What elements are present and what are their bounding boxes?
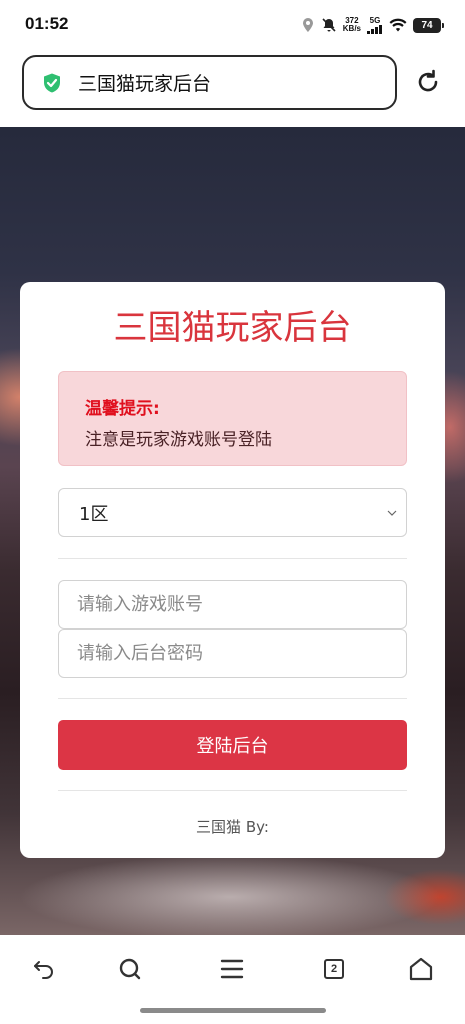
- account-input[interactable]: [58, 580, 407, 629]
- divider: [58, 790, 407, 791]
- search-icon: [119, 958, 141, 980]
- divider: [58, 558, 407, 559]
- back-button[interactable]: [28, 953, 60, 985]
- mute-bell-icon: [322, 18, 336, 32]
- server-select[interactable]: 1区: [58, 488, 407, 537]
- page-background: 三国猫玩家后台 温馨提示: 注意是玩家游戏账号登陆 1区 登陆后台 三国猫 By…: [0, 127, 465, 935]
- login-button[interactable]: 登陆后台: [58, 720, 407, 770]
- footer-text: 三国猫 By:: [196, 818, 269, 836]
- server-select-value: 1区: [79, 503, 109, 525]
- signal-bars-icon: [367, 24, 382, 34]
- status-time: 01:52: [25, 14, 69, 33]
- home-indicator[interactable]: [140, 1008, 326, 1013]
- divider: [58, 698, 407, 699]
- page-title: 三国猫玩家后台: [113, 308, 352, 348]
- cellular-signal: 5G: [367, 15, 383, 34]
- login-card: 三国猫玩家后台 温馨提示: 注意是玩家游戏账号登陆 1区 登陆后台 三国猫 By…: [20, 282, 445, 858]
- tabs-icon: 2: [324, 959, 344, 979]
- home-button[interactable]: [405, 953, 437, 985]
- tabs-button[interactable]: 2: [318, 953, 350, 985]
- menu-icon: [220, 959, 244, 979]
- battery-level: 74: [421, 19, 433, 31]
- battery-indicator: 74: [413, 17, 444, 33]
- network-type: 5G: [369, 15, 381, 25]
- notice-title: 温馨提示:: [85, 399, 160, 419]
- address-text: 三国猫玩家后台: [78, 73, 212, 95]
- network-speed: 372 KB/s: [343, 17, 361, 33]
- status-bar: 01:52 372 KB/s 5G 74: [0, 0, 465, 48]
- status-icons: 372 KB/s 5G 74: [301, 14, 444, 36]
- location-icon: [302, 18, 313, 32]
- menu-button[interactable]: [216, 953, 248, 985]
- reload-button[interactable]: [412, 66, 444, 98]
- back-icon: [34, 961, 53, 979]
- shield-check-icon: [41, 72, 63, 94]
- password-input[interactable]: [58, 629, 407, 678]
- search-button[interactable]: [114, 953, 146, 985]
- address-bar[interactable]: 三国猫玩家后台: [22, 55, 397, 110]
- notice-alert: 温馨提示: 注意是玩家游戏账号登陆: [58, 371, 407, 466]
- network-speed-unit: KB/s: [342, 24, 361, 33]
- wifi-icon: [389, 18, 407, 32]
- reload-icon: [418, 69, 438, 92]
- notice-text: 注意是玩家游戏账号登陆: [85, 430, 272, 450]
- home-icon: [409, 957, 433, 981]
- chevron-down-icon: [387, 510, 397, 516]
